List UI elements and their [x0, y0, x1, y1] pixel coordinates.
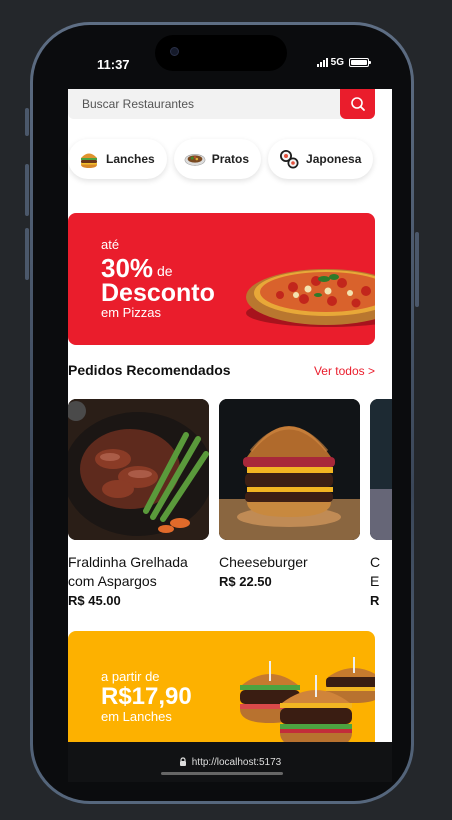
category-lanches[interactable]: Lanches	[68, 139, 167, 179]
banner-subtitle: em Lanches	[101, 709, 172, 724]
product-name: Cheeseburger	[219, 554, 308, 570]
recommended-list[interactable]: Fraldinha Grelhada com Aspargos R$ 45.00	[68, 399, 392, 614]
product-price: R$ 22.50	[219, 574, 272, 589]
see-all-link[interactable]: Ver todos >	[314, 364, 375, 378]
status-bar: 11:37 5G	[33, 25, 411, 91]
category-label: Pratos	[211, 152, 250, 166]
camera-icon	[170, 47, 179, 56]
product-price: R$ 45.00	[68, 593, 121, 608]
phone-bezel: 11:37 5G Buscar Restaurantes Lanches Pra…	[33, 25, 411, 801]
banner-de: de	[157, 263, 173, 279]
battery-icon	[349, 58, 371, 67]
category-label: Lanches	[106, 152, 155, 166]
dynamic-island	[155, 35, 287, 71]
product-card[interactable]: CE R	[370, 399, 392, 608]
app-screen[interactable]: Lanches Pratos	[68, 89, 392, 742]
search-bar	[68, 89, 375, 119]
pizza-image	[246, 269, 375, 327]
category-pratos[interactable]: Pratos	[173, 139, 262, 179]
volume-up-button	[25, 164, 29, 216]
product-card[interactable]: Fraldinha Grelhada com Aspargos R$ 45.00	[68, 399, 209, 608]
burgers-image	[240, 657, 375, 742]
status-indicators: 5G	[316, 57, 371, 68]
home-indicator[interactable]	[161, 772, 283, 775]
sushi-icon	[278, 148, 300, 170]
burger-icon	[78, 148, 100, 170]
section-title: Pedidos Recomendados	[68, 362, 231, 378]
dish-icon	[184, 148, 206, 170]
signal-icon	[316, 58, 328, 67]
search-button[interactable]	[340, 89, 375, 119]
search-icon	[350, 97, 365, 111]
phone-frame: 11:37 5G Buscar Restaurantes Lanches Pra…	[25, 22, 419, 804]
url-text: http://localhost:5173	[191, 756, 282, 768]
product-name: CE	[370, 554, 381, 589]
browser-url-bar[interactable]: http://localhost:5173	[68, 742, 392, 782]
banner-prefix: até	[101, 237, 120, 252]
banner-headline: Desconto	[101, 279, 215, 307]
product-name: Fraldinha Grelhada com Aspargos	[68, 554, 188, 589]
silent-switch	[25, 108, 29, 136]
battery-fill	[351, 60, 367, 65]
category-list: Lanches Pratos Japonesa	[68, 139, 392, 179]
product-image	[219, 399, 360, 540]
product-price: R	[370, 593, 380, 608]
banner-prefix: a partir de	[101, 669, 160, 684]
power-button	[415, 232, 419, 307]
network-label: 5G	[330, 57, 344, 68]
product-image	[370, 399, 392, 540]
lock-icon	[179, 757, 186, 766]
category-japonesa[interactable]: Japonesa	[268, 139, 374, 179]
product-card[interactable]: Cheeseburger R$ 22.50	[219, 399, 360, 589]
banner-price: R$17,90	[101, 683, 192, 710]
category-label: Japonesa	[306, 152, 362, 166]
search-input[interactable]	[68, 89, 343, 119]
product-image	[68, 399, 209, 540]
banner-subtitle: em Pizzas	[101, 305, 161, 320]
pizza-promo-banner[interactable]: até 30% de Desconto em Pizzas	[68, 213, 375, 345]
status-time: 11:37	[97, 57, 130, 72]
volume-down-button	[25, 228, 29, 280]
lanches-promo-banner[interactable]: a partir de R$17,90 em Lanches	[68, 631, 375, 742]
